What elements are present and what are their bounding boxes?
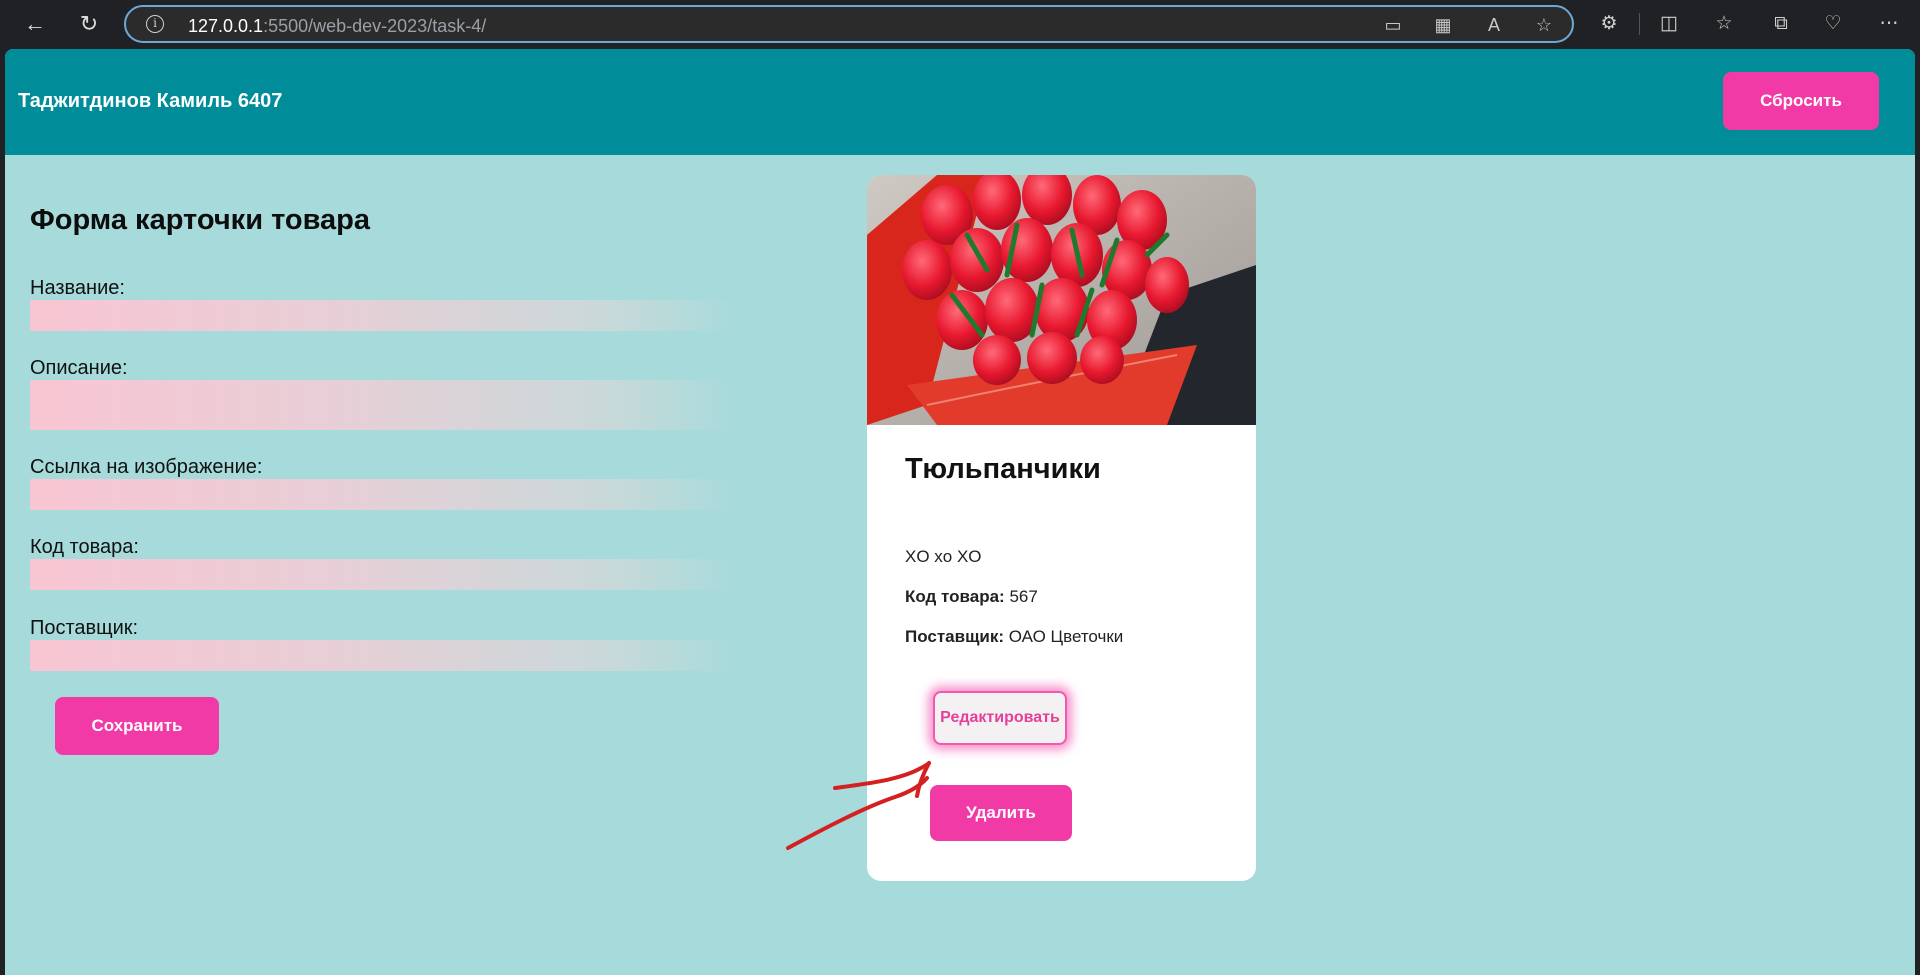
more-menu-icon[interactable]: ⋯: [1876, 12, 1902, 36]
reset-button[interactable]: Сбросить: [1723, 72, 1879, 130]
product-code-label: Код товара:: [905, 587, 1005, 606]
description-label: Описание:: [30, 357, 128, 379]
image-link-input[interactable]: [30, 479, 740, 510]
extensions-icon[interactable]: ⚙: [1596, 12, 1622, 36]
product-code-line: Код товара: 567: [905, 587, 1038, 607]
supplier-input[interactable]: [30, 640, 740, 671]
favorites-icon[interactable]: ☆: [1711, 12, 1737, 36]
product-title: Тюльпанчики: [905, 453, 1101, 485]
form-title: Форма карточки товара: [30, 204, 371, 236]
page-header: Таджитдинов Камиль 6407 Сбросить: [5, 49, 1915, 155]
app-available-icon[interactable]: ▭: [1381, 14, 1405, 36]
supplier-card-label: Поставщик:: [905, 627, 1005, 646]
split-screen-icon[interactable]: ◫: [1656, 12, 1682, 36]
name-label: Название:: [30, 277, 125, 299]
toolbar-divider: [1639, 13, 1640, 35]
refresh-icon[interactable]: ↻: [74, 10, 104, 38]
back-icon[interactable]: ←: [20, 10, 50, 38]
supplier-value: ОАО Цветочки: [1008, 627, 1124, 646]
browser-toolbar: ← ↻ i 127.0.0.1:5500/web-dev-2023/task-4…: [0, 0, 1920, 48]
favorite-star-icon[interactable]: ☆: [1532, 14, 1556, 36]
product-code-value: 567: [1009, 587, 1038, 606]
product-code-input[interactable]: [30, 559, 740, 590]
url-text: 127.0.0.1:5500/web-dev-2023/task-4/: [188, 16, 487, 36]
supplier-label: Поставщик:: [30, 617, 139, 639]
address-bar[interactable]: i 127.0.0.1:5500/web-dev-2023/task-4/ ▭ …: [124, 5, 1574, 43]
name-input[interactable]: [30, 300, 740, 331]
product-card: Тюльпанчики XO xo XO Код товара: 567 Пос…: [867, 175, 1256, 881]
edit-button[interactable]: Редактировать: [933, 691, 1067, 745]
delete-button[interactable]: Удалить: [930, 785, 1072, 841]
header-title: Таджитдинов Камиль 6407: [18, 90, 283, 112]
product-code-label: Код товара:: [30, 536, 139, 558]
product-image: [867, 175, 1256, 425]
description-input[interactable]: [30, 380, 740, 430]
site-info-icon[interactable]: i: [146, 15, 164, 33]
apps-grid-icon[interactable]: ▦: [1431, 14, 1455, 36]
read-aloud-icon[interactable]: A: [1482, 14, 1506, 36]
supplier-line: Поставщик: ОАО Цветочки: [905, 627, 1123, 647]
collections-icon[interactable]: ⧉: [1768, 12, 1794, 36]
page-viewport: Таджитдинов Камиль 6407 Сбросить Форма к…: [5, 49, 1915, 975]
image-link-label: Ссылка на изображение:: [30, 456, 263, 478]
product-description: XO xo XO: [905, 547, 982, 566]
browser-essentials-icon[interactable]: ♡: [1820, 12, 1846, 36]
save-button[interactable]: Сохранить: [55, 697, 219, 755]
